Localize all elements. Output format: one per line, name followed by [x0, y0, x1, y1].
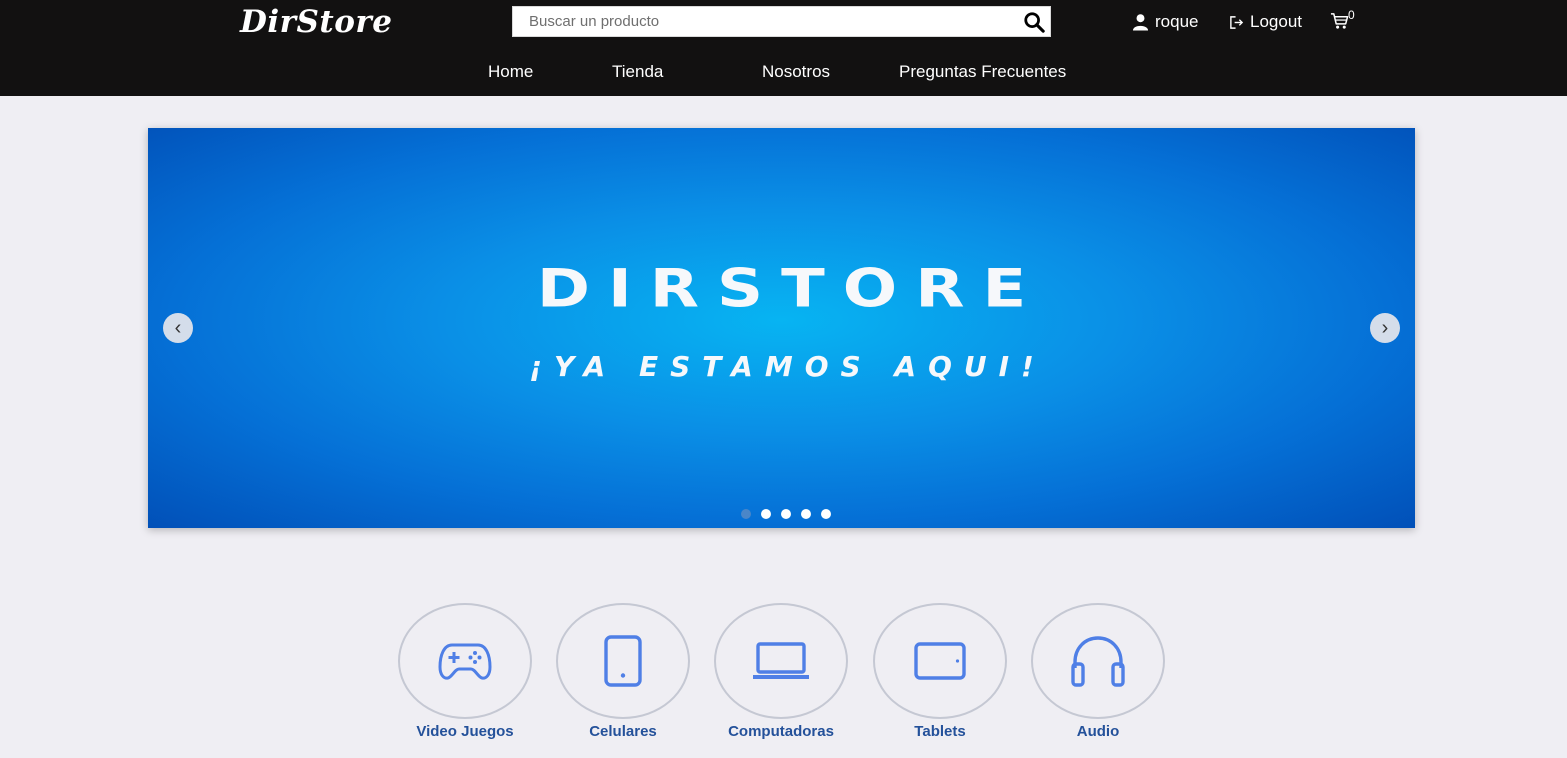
search-bar [512, 6, 1051, 37]
username-label: roque [1155, 12, 1199, 31]
category-celulares[interactable]: Celulares [556, 603, 690, 740]
category-audio[interactable]: Audio [1031, 603, 1165, 740]
carousel-dot[interactable] [761, 509, 771, 519]
phone-icon [604, 635, 642, 687]
chevron-left-icon: ‹ [174, 317, 182, 339]
logout-label: Logout [1250, 12, 1302, 31]
search-input[interactable] [513, 7, 1018, 36]
cart-icon[interactable] [1330, 12, 1349, 35]
top-header: DirStore roque Logout [0, 0, 1567, 96]
nav-home[interactable]: Home [488, 62, 533, 82]
banner-subtitle: ¡YA ESTAMOS AQUI! [529, 350, 1046, 383]
tablet-icon [914, 642, 966, 680]
carousel-next-button[interactable]: › [1370, 313, 1400, 343]
category-circle [714, 603, 848, 719]
cart-count-badge: 0 [1348, 8, 1355, 22]
headphones-icon [1071, 636, 1125, 687]
site-logo[interactable]: DirStore [240, 4, 392, 40]
carousel-indicators [741, 509, 831, 519]
nav-tienda[interactable]: Tienda [612, 62, 663, 82]
category-computadoras[interactable]: Computadoras [714, 603, 848, 740]
carousel-dot[interactable] [821, 509, 831, 519]
nav-nosotros[interactable]: Nosotros [762, 62, 830, 82]
carousel-dot[interactable] [781, 509, 791, 519]
logout-icon [1230, 15, 1244, 29]
hero-carousel: DIRSTORE ¡YA ESTAMOS AQUI! ‹ › [148, 128, 1415, 528]
banner-title: DIRSTORE [536, 259, 1045, 320]
laptop-icon [753, 642, 809, 679]
category-label: Audio [1076, 723, 1120, 740]
category-tablets[interactable]: Tablets [873, 603, 1007, 740]
nav-preguntas-frecuentes[interactable]: Preguntas Frecuentes [899, 62, 1066, 82]
user-icon [1132, 14, 1149, 31]
carousel-dot[interactable] [741, 509, 751, 519]
category-circle [873, 603, 1007, 719]
user-account-link[interactable]: roque [1132, 10, 1198, 34]
carousel-dot[interactable] [801, 509, 811, 519]
category-video-juegos[interactable]: Video Juegos [398, 603, 532, 740]
category-circle [556, 603, 690, 719]
chevron-right-icon: › [1381, 317, 1389, 339]
gamepad-icon [438, 643, 492, 680]
carousel-prev-button[interactable]: ‹ [163, 313, 193, 343]
logout-link[interactable]: Logout [1229, 10, 1302, 34]
search-icon[interactable] [1022, 10, 1046, 34]
category-circle [1031, 603, 1165, 719]
category-circle [398, 603, 532, 719]
